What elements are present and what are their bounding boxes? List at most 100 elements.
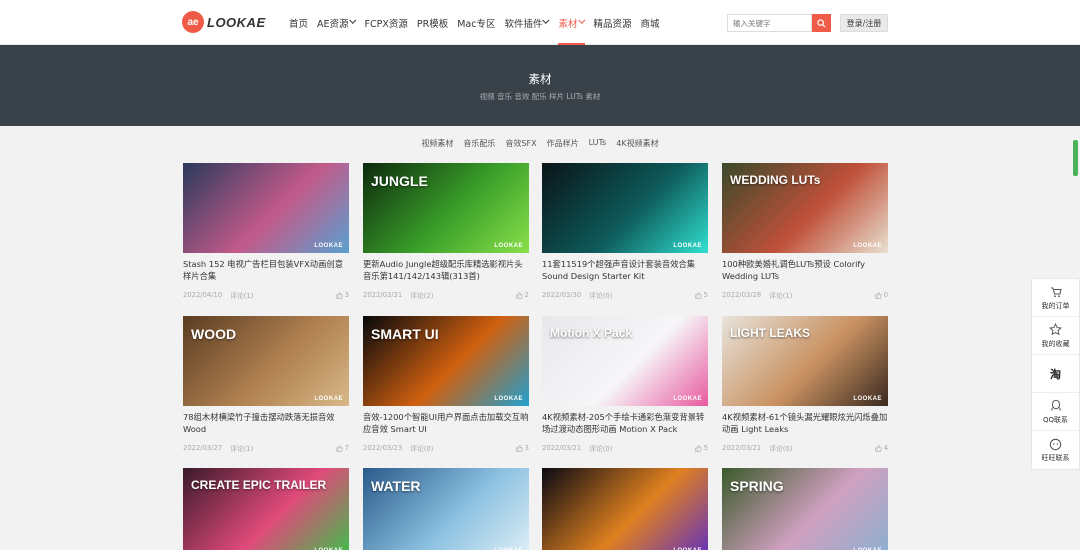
- resource-card[interactable]: Motion X Pack LOOKAE 4K视频素材-205个手绘卡通彩色渐变背景…: [542, 316, 708, 453]
- card-title[interactable]: Stash 152 电视广告栏目包装VFX动画创意样片合集: [183, 258, 349, 282]
- card-thumbnail[interactable]: JUNGLE LOOKAE: [363, 163, 529, 253]
- floating-item[interactable]: 旺旺联系: [1032, 431, 1079, 469]
- post-date: 2022/03/27: [183, 444, 223, 452]
- nav-item[interactable]: AE资源: [317, 0, 356, 45]
- search-input[interactable]: [727, 14, 812, 32]
- chevron-down-icon: [542, 16, 550, 24]
- card-thumbnail[interactable]: SPRINGLOOKAE: [722, 468, 888, 550]
- logo-text: LOOKAE: [207, 14, 266, 30]
- card-thumbnail[interactable]: LOOKAE: [183, 163, 349, 253]
- nav-item-label: FCPX资源: [364, 18, 408, 30]
- resource-card[interactable]: SPRINGLOOKAE: [722, 468, 888, 550]
- comment-count[interactable]: 评论(0): [769, 443, 792, 453]
- card-thumbnail[interactable]: WEDDING LUTs LOOKAE: [722, 163, 888, 253]
- nav-item[interactable]: FCPX资源: [365, 0, 408, 45]
- comment-count[interactable]: 评论(1): [230, 443, 253, 453]
- thumbnail-brand: LOOKAE: [853, 243, 882, 249]
- resource-card[interactable]: WOOD LOOKAE 78组木材横梁竹子撞击摆动跌落无损音效 Wood 2022/0…: [183, 316, 349, 453]
- comment-count[interactable]: 评论(1): [230, 290, 253, 300]
- thumbs-up-icon: [516, 291, 523, 299]
- resource-card[interactable]: LOOKAE: [542, 468, 708, 550]
- filter-tab[interactable]: LUTs: [589, 138, 607, 149]
- card-meta: 2022/03/21 评论(0) 4: [722, 443, 888, 453]
- post-date: 2022/03/30: [542, 291, 582, 299]
- resource-card[interactable]: CREATE EPIC TRAILERLOOKAE: [183, 468, 349, 550]
- thumbs-up-icon: [695, 444, 702, 452]
- like-button[interactable]: 3: [336, 291, 349, 299]
- category-banner: 素材 视频 音乐 音效 配乐 样片 LUTs 素材: [0, 45, 1080, 126]
- nav-item[interactable]: 软件插件: [504, 0, 550, 45]
- cart-icon: [1049, 285, 1063, 299]
- comment-count[interactable]: 评论(0): [589, 443, 612, 453]
- card-meta: 2022/04/10 评论(1) 3: [183, 290, 349, 300]
- card-title[interactable]: 更新Audio Jungle超级配乐库精选影视片头音乐第141/142/143辑…: [363, 258, 529, 282]
- card-thumbnail[interactable]: LOOKAE: [542, 163, 708, 253]
- resource-card[interactable]: WATERLOOKAE: [363, 468, 529, 550]
- card-meta: 2022/03/23 评论(0) 3: [363, 443, 529, 453]
- resource-card[interactable]: WEDDING LUTs LOOKAE 100种欧美婚礼调色LUTs预设 Color…: [722, 163, 888, 300]
- comment-count[interactable]: 评论(1): [769, 290, 792, 300]
- floating-item[interactable]: 我的订单: [1032, 279, 1079, 317]
- filter-tab[interactable]: 音效SFX: [505, 138, 536, 149]
- login-register-button[interactable]: 登录/注册: [840, 14, 888, 32]
- card-thumbnail[interactable]: SMART UI LOOKAE: [363, 316, 529, 406]
- nav-item[interactable]: 商城: [641, 0, 660, 45]
- page-subtitle: 视频 音乐 音效 配乐 样片 LUTs 素材: [479, 92, 601, 101]
- nav-item[interactable]: PR模板: [417, 0, 448, 45]
- floating-item[interactable]: 我的收藏: [1032, 317, 1079, 355]
- resource-card[interactable]: LIGHT LEAKS LOOKAE 4K视频素材-61个镜头漏光耀眼炫光闪烁叠加动…: [722, 316, 888, 453]
- like-button[interactable]: 3: [516, 444, 529, 452]
- like-button[interactable]: 4: [875, 444, 888, 452]
- search-button[interactable]: [812, 14, 831, 32]
- site-logo[interactable]: ae LOOKAE: [182, 11, 266, 33]
- post-date: 2022/03/23: [363, 444, 403, 452]
- nav-item-label: PR模板: [416, 18, 449, 30]
- card-thumbnail[interactable]: Motion X Pack LOOKAE: [542, 316, 708, 406]
- nav-item[interactable]: 首页: [289, 0, 308, 45]
- post-date: 2022/04/10: [183, 291, 223, 299]
- main-nav: 首页 AE资源 FCPX资源 PR模板 Mac专区 软件插件 素材 精品资源 商城: [289, 0, 669, 45]
- thumbnail-caption: SMART UI: [371, 326, 439, 342]
- floating-item[interactable]: QQ联系: [1032, 393, 1079, 431]
- card-title[interactable]: 100种欧美婚礼调色LUTs预设 Colorify Wedding LUTs: [722, 258, 888, 282]
- comment-count[interactable]: 评论(0): [589, 290, 612, 300]
- card-thumbnail[interactable]: LIGHT LEAKS LOOKAE: [722, 316, 888, 406]
- like-button[interactable]: 7: [336, 444, 349, 452]
- like-button[interactable]: 0: [875, 291, 888, 299]
- filter-tab[interactable]: 作品样片: [547, 138, 579, 149]
- scrollbar-thumb[interactable]: [1073, 140, 1078, 176]
- resource-card[interactable]: LOOKAE 11套11519个超强声音设计套装音效合集 Sound Design…: [542, 163, 708, 300]
- card-title[interactable]: 4K视频素材-205个手绘卡通彩色渐变背景转场过渡动态图形动画 Motion X…: [542, 411, 708, 435]
- card-title[interactable]: 78组木材横梁竹子撞击摆动跌落无损音效 Wood: [183, 411, 349, 435]
- comment-count[interactable]: 评论(2): [410, 290, 433, 300]
- card-thumbnail[interactable]: WATERLOOKAE: [363, 468, 529, 550]
- card-title[interactable]: 音效-1200个智能UI用户界面点击加载交互响应音效 Smart UI: [363, 411, 529, 435]
- filter-tab[interactable]: 4K视频素材: [616, 138, 658, 149]
- nav-item-label: Mac专区: [457, 18, 496, 30]
- card-thumbnail[interactable]: LOOKAE: [542, 468, 708, 550]
- nav-item[interactable]: Mac专区: [457, 0, 495, 45]
- like-button[interactable]: 5: [695, 291, 708, 299]
- filter-tab[interactable]: 视频素材: [421, 138, 453, 149]
- filter-tab[interactable]: 音乐配乐: [463, 138, 495, 149]
- thumbnail-brand: LOOKAE: [314, 396, 343, 402]
- floating-item[interactable]: 淘: [1032, 355, 1079, 393]
- resource-card[interactable]: SMART UI LOOKAE 音效-1200个智能UI用户界面点击加载交互响应音效…: [363, 316, 529, 453]
- chevron-down-icon: [348, 16, 356, 24]
- thumbnail-brand: LOOKAE: [673, 243, 702, 249]
- card-thumbnail[interactable]: WOOD LOOKAE: [183, 316, 349, 406]
- card-title[interactable]: 11套11519个超强声音设计套装音效合集 Sound Design Start…: [542, 258, 708, 282]
- like-button[interactable]: 2: [516, 291, 529, 299]
- like-button[interactable]: 5: [695, 444, 708, 452]
- thumbnail-caption: WOOD: [191, 326, 237, 342]
- resource-card[interactable]: JUNGLE LOOKAE 更新Audio Jungle超级配乐库精选影视片头音乐第…: [363, 163, 529, 300]
- nav-item[interactable]: 素材: [558, 0, 585, 45]
- thumbs-up-icon: [875, 291, 882, 299]
- comment-count[interactable]: 评论(0): [410, 443, 433, 453]
- card-thumbnail[interactable]: CREATE EPIC TRAILERLOOKAE: [183, 468, 349, 550]
- post-date: 2022/03/21: [542, 444, 582, 452]
- resource-card[interactable]: LOOKAE Stash 152 电视广告栏目包装VFX动画创意样片合集 2022/…: [183, 163, 349, 300]
- thumbnail-caption: SPRING: [730, 478, 784, 494]
- nav-item[interactable]: 精品资源: [594, 0, 632, 45]
- card-title[interactable]: 4K视频素材-61个镜头漏光耀眼炫光闪烁叠加动画 Light Leaks: [722, 411, 888, 435]
